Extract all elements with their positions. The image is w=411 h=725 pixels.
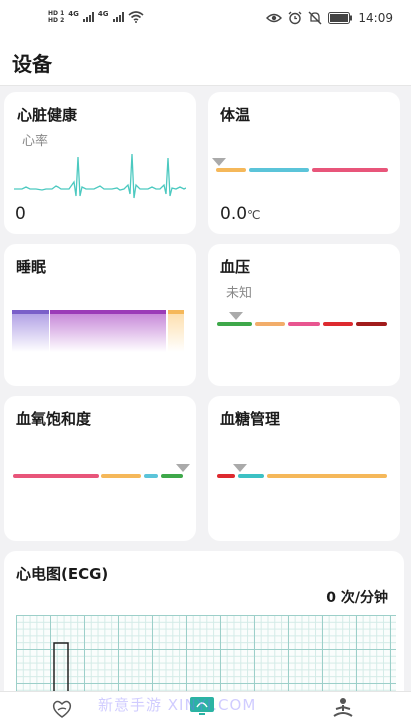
status-time: 14:09 bbox=[358, 11, 393, 25]
page-title: 设备 bbox=[12, 52, 52, 76]
ecg-rate: 0 次/分钟 bbox=[326, 587, 388, 607]
meditation-icon bbox=[333, 698, 353, 717]
heart-leaf-icon bbox=[52, 700, 72, 718]
tab-meditation[interactable] bbox=[331, 696, 355, 724]
spo2-bar-4 bbox=[161, 474, 183, 478]
sleep-segment-awake bbox=[168, 310, 184, 352]
ecg-rate-value: 0 bbox=[326, 590, 336, 606]
bp-bar-4 bbox=[323, 322, 353, 326]
eye-icon bbox=[266, 13, 283, 23]
sleep-card-title: 睡眠 bbox=[16, 258, 47, 276]
blood-pressure-status: 未知 bbox=[226, 286, 253, 301]
heart-rate-label: 心率 bbox=[22, 134, 49, 149]
app-header: 设备 bbox=[0, 38, 411, 86]
hd2-num: 2 bbox=[60, 17, 65, 24]
sleep-card[interactable]: 睡眠 bbox=[4, 244, 196, 386]
signal-icon-2 bbox=[112, 12, 124, 22]
bp-bar-5 bbox=[356, 322, 387, 326]
signal-icon bbox=[82, 12, 94, 22]
glucose-bar-2 bbox=[238, 474, 264, 478]
watermark: 新意手游 XINYI.COM bbox=[98, 696, 257, 714]
spo2-bar-3 bbox=[144, 474, 158, 478]
blood-oxygen-marker-icon bbox=[176, 464, 190, 472]
bp-bar-3 bbox=[288, 322, 320, 326]
mute-bell-icon bbox=[308, 11, 322, 25]
hd1-label: HD bbox=[48, 10, 59, 17]
temperature-bar-normal bbox=[249, 168, 309, 172]
temperature-marker-icon bbox=[212, 158, 226, 166]
temperature-bar-high bbox=[312, 168, 388, 172]
blood-oxygen-card-title: 血氧饱和度 bbox=[16, 410, 92, 428]
temperature-unit: ℃ bbox=[247, 208, 261, 222]
blood-oxygen-card[interactable]: 血氧饱和度 bbox=[4, 396, 196, 541]
glucose-bar-1 bbox=[217, 474, 235, 478]
sim-indicator-1: HD 1 HD 2 bbox=[48, 10, 64, 24]
blood-pressure-card-title: 血压 bbox=[220, 258, 251, 276]
sleep-segment-deep bbox=[12, 310, 49, 352]
temperature-card-title: 体温 bbox=[220, 106, 251, 124]
heart-rate-waveform bbox=[14, 153, 186, 199]
blood-pressure-marker-icon bbox=[229, 312, 243, 320]
wifi-icon bbox=[128, 11, 144, 23]
ecg-card[interactable]: 心电图(ECG) 0 次/分钟 bbox=[4, 551, 404, 705]
temperature-card[interactable]: 体温 0.0℃ bbox=[208, 92, 400, 234]
temperature-bar-low bbox=[216, 168, 246, 172]
hd2-label: HD bbox=[48, 17, 59, 24]
spo2-bar-1 bbox=[13, 474, 99, 478]
spo2-bar-2 bbox=[101, 474, 141, 478]
ecg-card-title: 心电图(ECG) bbox=[16, 565, 109, 583]
net-label-2: 4G bbox=[97, 10, 109, 18]
status-bar: HD 1 HD 2 4G 4G 14:09 bbox=[0, 0, 411, 38]
bp-bar-1 bbox=[217, 322, 252, 326]
blood-glucose-card[interactable]: 血糖管理 bbox=[208, 396, 400, 541]
status-left: HD 1 HD 2 4G 4G bbox=[48, 10, 144, 24]
tab-health[interactable] bbox=[50, 698, 74, 724]
heart-health-card[interactable]: 心脏健康 心率 0 bbox=[4, 92, 196, 234]
sleep-segment-light bbox=[50, 310, 166, 352]
status-right: 14:09 bbox=[266, 11, 393, 25]
temperature-reading: 0.0℃ bbox=[220, 204, 261, 224]
glucose-bar-3 bbox=[267, 474, 387, 478]
blood-glucose-card-title: 血糖管理 bbox=[220, 410, 281, 428]
blood-glucose-marker-icon bbox=[233, 464, 247, 472]
hd1-num: 1 bbox=[60, 10, 65, 17]
bp-bar-2 bbox=[255, 322, 285, 326]
blood-pressure-card[interactable]: 血压 未知 bbox=[208, 244, 400, 386]
temperature-value: 0.0 bbox=[220, 204, 248, 224]
ecg-rate-unit: 次/分钟 bbox=[340, 590, 388, 606]
heart-rate-value: 0 bbox=[15, 204, 26, 224]
battery-icon bbox=[328, 12, 353, 24]
alarm-icon bbox=[288, 11, 302, 25]
heart-card-title: 心脏健康 bbox=[17, 106, 78, 124]
net-label-1: 4G bbox=[68, 10, 79, 18]
